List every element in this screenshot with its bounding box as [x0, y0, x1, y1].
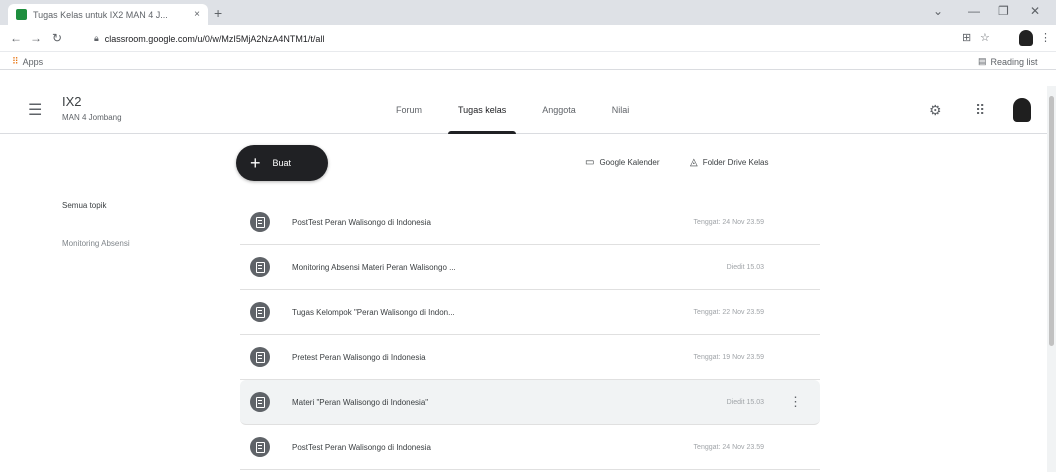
settings-gear-icon[interactable]: ⚙ — [929, 102, 942, 119]
browser-tab[interactable]: Tugas Kelas untuk IX2 MAN 4 J... × — [8, 4, 208, 25]
profile-avatar[interactable] — [1019, 30, 1033, 46]
list-item[interactable]: Monitoring Absensi Materi Peran Walisong… — [240, 245, 820, 290]
more-options-icon[interactable]: ⋮ — [789, 394, 802, 410]
reload-icon[interactable]: ↻ — [52, 31, 62, 45]
forward-icon[interactable]: → — [30, 31, 42, 45]
item-meta: Tenggat: 19 Nov 23.59 — [693, 353, 764, 361]
list-item[interactable]: PostTest Peran Walisongo di Indonesia Te… — [240, 200, 820, 245]
back-icon[interactable]: ← — [10, 31, 22, 45]
account-avatar[interactable] — [1013, 98, 1031, 122]
item-title: Tugas Kelompok "Peran Walisongo di Indon… — [292, 307, 455, 317]
item-title: Monitoring Absensi Materi Peran Walisong… — [292, 262, 456, 272]
lock-icon: 🔒︎ — [94, 33, 99, 43]
page-scrollbar[interactable] — [1047, 86, 1056, 472]
google-apps-icon[interactable]: ⠿ — [975, 102, 985, 119]
item-title: Materi "Peran Walisongo di Indonesia" — [292, 397, 429, 407]
tab-anggota[interactable]: Anggota — [524, 86, 594, 134]
drive-folder-link[interactable]: ◬ Folder Drive Kelas — [690, 157, 769, 168]
class-tabs: Forum Tugas kelas Anggota Nilai — [378, 86, 647, 134]
new-tab-button[interactable]: + — [214, 5, 222, 21]
item-meta: Tenggat: 24 Nov 23.59 — [693, 218, 764, 226]
calendar-label: Google Kalender — [599, 158, 660, 167]
topic-semua-topik[interactable]: Semua topik — [62, 201, 106, 210]
tab-search-icon[interactable]: ⌄ — [933, 4, 943, 18]
google-calendar-link[interactable]: ▭ Google Kalender — [585, 157, 660, 168]
classroom-favicon-icon — [16, 9, 27, 20]
item-title: PostTest Peran Walisongo di Indonesia — [292, 217, 431, 227]
plus-icon: + — [250, 153, 261, 173]
browser-tab-title: Tugas Kelas untuk IX2 MAN 4 J... — [33, 9, 168, 20]
calendar-icon: ▭ — [585, 157, 595, 168]
apps-label: Apps — [22, 56, 44, 67]
item-meta: Tenggat: 24 Nov 23.59 — [693, 443, 764, 451]
reading-list-label: Reading list — [990, 56, 1038, 67]
list-item[interactable]: PostTest Peran Walisongo di Indonesia Te… — [240, 425, 820, 470]
tab-forum[interactable]: Forum — [378, 86, 440, 134]
minimize-icon[interactable]: — — [968, 4, 980, 18]
topic-monitoring-absensi[interactable]: Monitoring Absensi — [62, 239, 130, 248]
assignment-icon — [250, 302, 270, 322]
list-item[interactable]: Materi "Peran Walisongo di Indonesia" Di… — [240, 380, 820, 425]
assignment-icon — [250, 347, 270, 367]
browser-menu-icon[interactable]: ⋮ — [1040, 31, 1051, 44]
reading-list-icon: ▤ — [978, 56, 987, 66]
translate-icon[interactable]: ⊞ — [962, 31, 971, 44]
drive-label: Folder Drive Kelas — [702, 158, 769, 167]
browser-tab-bar: Tugas Kelas untuk IX2 MAN 4 J... × + ⌄ —… — [0, 0, 1056, 25]
reading-list-button[interactable]: ▤ Reading list — [978, 56, 1038, 67]
bookmarks-bar: ⠿ Apps ▤ Reading list — [0, 52, 1056, 70]
window-close-icon[interactable]: ✕ — [1030, 4, 1040, 18]
main-menu-icon[interactable]: ☰ — [28, 100, 42, 120]
tab-nilai[interactable]: Nilai — [594, 86, 648, 134]
apps-grid-icon: ⠿ — [12, 56, 19, 66]
item-meta: Tenggat: 22 Nov 23.59 — [693, 308, 764, 316]
assignment-icon — [250, 437, 270, 457]
class-name[interactable]: IX2 — [62, 94, 82, 109]
item-title: Pretest Peran Walisongo di Indonesia — [292, 352, 426, 362]
restore-icon[interactable]: ❐ — [998, 4, 1009, 18]
item-meta: Diedit 15.03 — [726, 263, 764, 271]
list-item[interactable]: Pretest Peran Walisongo di Indonesia Ten… — [240, 335, 820, 380]
list-item[interactable]: Tugas Kelompok "Peran Walisongo di Indon… — [240, 290, 820, 335]
drive-icon: ◬ — [690, 157, 698, 168]
assignment-icon — [250, 257, 270, 277]
url-field[interactable]: 🔒︎ classroom.google.com/u/0/w/MzI5MjA2Nz… — [88, 29, 948, 48]
material-icon — [250, 392, 270, 412]
apps-bookmark[interactable]: ⠿ Apps — [12, 56, 43, 67]
item-title: PostTest Peran Walisongo di Indonesia — [292, 442, 431, 452]
url-text: classroom.google.com/u/0/w/MzI5MjA2NzA4N… — [104, 33, 325, 44]
create-button[interactable]: + Buat — [236, 145, 328, 181]
address-bar: ← → ↻ 🔒︎ classroom.google.com/u/0/w/MzI5… — [0, 25, 1056, 52]
classwork-list: PostTest Peran Walisongo di Indonesia Te… — [240, 200, 820, 470]
class-subtitle: MAN 4 Jombang — [62, 113, 122, 122]
create-label: Buat — [272, 158, 292, 168]
assignment-icon — [250, 212, 270, 232]
scrollbar-thumb[interactable] — [1049, 96, 1054, 346]
classroom-header: ☰ IX2 MAN 4 Jombang Forum Tugas kelas An… — [0, 86, 1047, 134]
item-meta: Diedit 15.03 — [726, 398, 764, 406]
tab-tugas-kelas[interactable]: Tugas kelas — [440, 86, 524, 134]
tab-close-icon[interactable]: × — [194, 9, 200, 20]
bookmark-star-icon[interactable]: ☆ — [980, 31, 990, 44]
